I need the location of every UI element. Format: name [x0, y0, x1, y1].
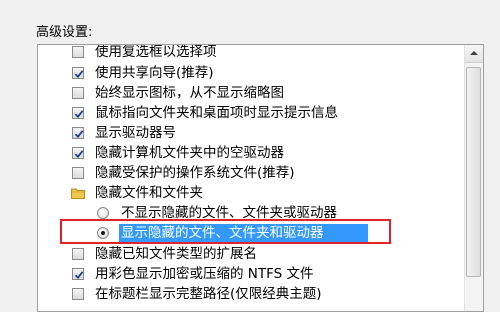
option-label: 始终显示图标，从不显示缩略图 — [95, 85, 284, 101]
chevron-up-icon — [470, 51, 478, 55]
checkmark-icon — [74, 130, 84, 139]
option-label: 使用复选框以选择项 — [95, 44, 217, 60]
option-label: 在标题栏显示完整路径(仅限经典主题) — [95, 286, 322, 302]
vertical-scrollbar[interactable] — [464, 45, 483, 311]
checkbox[interactable] — [72, 127, 84, 139]
option-checkbox-row[interactable]: 始终显示图标，从不显示缩略图 — [38, 83, 468, 103]
scroll-thumb[interactable] — [466, 67, 481, 277]
option-label: 隐藏受保护的操作系统文件(推荐) — [95, 165, 295, 181]
option-label: 显示驱动器号 — [95, 125, 176, 141]
checkmark-icon — [74, 271, 84, 280]
checkbox[interactable] — [72, 147, 84, 159]
option-checkbox-row[interactable]: 显示驱动器号 — [38, 123, 468, 143]
option-label: 隐藏计算机文件夹中的空驱动器 — [95, 145, 284, 161]
checkmark-icon — [74, 70, 84, 79]
checkbox[interactable] — [72, 67, 84, 79]
option-checkbox-row[interactable]: 用彩色显示加密或压缩的 NTFS 文件 — [38, 264, 468, 284]
option-checkbox-row[interactable]: 使用共享向导(推荐) — [38, 63, 468, 83]
option-checkbox-row[interactable]: 隐藏计算机文件夹中的空驱动器 — [38, 143, 468, 163]
annotation-highlight-box — [60, 219, 391, 244]
radio-button[interactable] — [97, 207, 109, 219]
checkmark-icon — [74, 150, 84, 159]
checkbox[interactable] — [72, 268, 84, 280]
option-label: 鼠标指向文件夹和桌面项时显示提示信息 — [95, 105, 338, 121]
option-checkbox-row[interactable]: 隐藏受保护的操作系统文件(推荐) — [38, 163, 468, 183]
option-label: 隐藏已知文件类型的扩展名 — [95, 246, 257, 262]
checkbox[interactable] — [72, 248, 84, 260]
option-checkbox-row[interactable]: 在标题栏显示完整路径(仅限经典主题) — [38, 284, 468, 304]
option-label: 使用共享向导(推荐) — [95, 65, 214, 81]
option-checkbox-row[interactable]: 使用复选框以选择项 — [38, 44, 468, 62]
option-group-header: 隐藏文件和文件夹 — [38, 183, 468, 203]
checkbox[interactable] — [72, 167, 84, 179]
folder-icon — [71, 187, 85, 199]
checkbox[interactable] — [72, 46, 84, 58]
checkbox[interactable] — [72, 288, 84, 300]
option-checkbox-row[interactable]: 隐藏已知文件类型的扩展名 — [38, 244, 468, 264]
option-label: 隐藏文件和文件夹 — [95, 185, 203, 201]
advanced-settings-title: 高级设置: — [36, 25, 93, 40]
checkmark-icon — [74, 110, 84, 119]
option-checkbox-row[interactable]: 鼠标指向文件夹和桌面项时显示提示信息 — [38, 103, 468, 123]
advanced-settings-list[interactable]: 使用复选框以选择项 使用共享向导(推荐) 始终显示图标，从不显示缩略图鼠标指向文件夹… — [37, 44, 484, 312]
checkbox[interactable] — [72, 87, 84, 99]
option-label: 用彩色显示加密或压缩的 NTFS 文件 — [95, 266, 314, 282]
scroll-up-button[interactable] — [465, 45, 483, 63]
checkbox[interactable] — [72, 107, 84, 119]
